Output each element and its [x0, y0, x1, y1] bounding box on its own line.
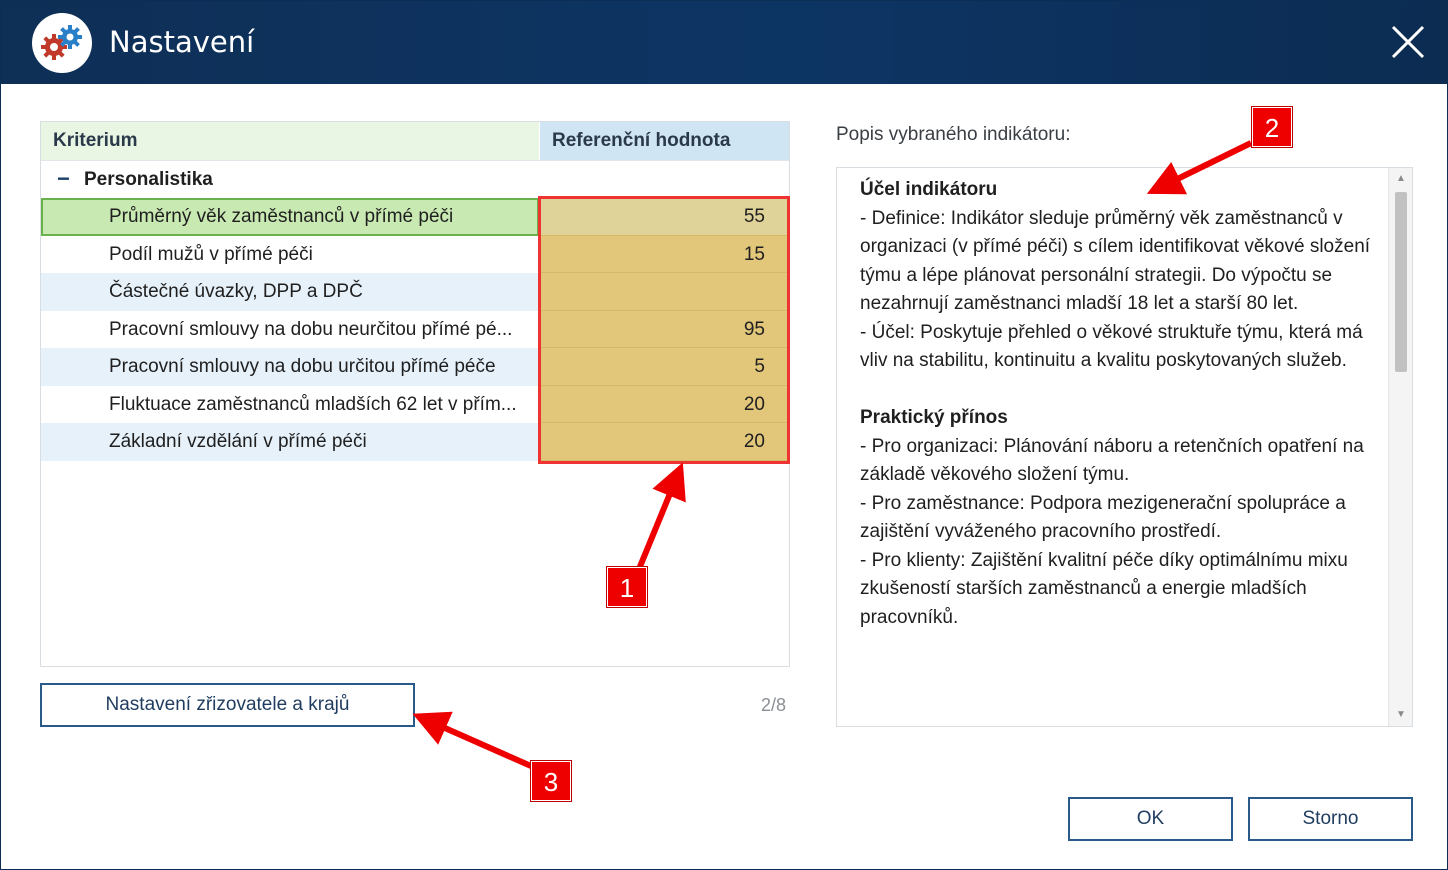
description-text: Účel indikátoru - Definice: Indikátor sl…	[860, 176, 1382, 632]
close-icon[interactable]	[1389, 23, 1427, 61]
description-line: - Pro zaměstnance: Podpora mezigenerační…	[860, 492, 1346, 543]
row-name: Základní vzdělání v přímé péči	[41, 423, 539, 461]
founder-regions-settings-button[interactable]: Nastavení zřizovatele a krajů	[40, 683, 415, 727]
page-indicator: 2/8	[761, 695, 787, 715]
description-panel[interactable]: Účel indikátoru - Definice: Indikátor sl…	[836, 167, 1413, 727]
minus-icon[interactable]: −	[57, 161, 70, 197]
row-value[interactable]: 95	[540, 310, 789, 348]
table-row[interactable]: Pracovní smlouvy na dobu neurčitou přímé…	[41, 310, 789, 348]
cancel-button[interactable]: Storno	[1248, 797, 1413, 841]
dialog-title: Nastavení	[109, 25, 255, 59]
gears-icon	[32, 13, 92, 73]
row-name: Průměrný věk zaměstnanců v přímé péči	[41, 198, 539, 236]
row-value[interactable]	[540, 273, 789, 311]
table-row[interactable]: Průměrný věk zaměstnanců v přímé péči 55	[41, 198, 789, 236]
description-line: - Pro organizaci: Plánování náboru a ret…	[860, 435, 1364, 486]
section-title: Účel indikátoru	[860, 179, 998, 200]
row-name: Pracovní smlouvy na dobu neurčitou přímé…	[109, 318, 513, 340]
description-line: - Pro klienty: Zajištění kvalitní péče d…	[860, 549, 1348, 628]
description-line: - Definice: Indikátor sleduje průměrný v…	[860, 207, 1371, 315]
section-title: Praktický přínos	[860, 407, 1008, 428]
description-line: - Účel: Poskytuje přehled o věkové struk…	[860, 321, 1363, 372]
group-row-personalistika[interactable]: − Personalistika	[41, 160, 789, 198]
row-value[interactable]: 55	[540, 198, 789, 236]
table-row[interactable]: Základní vzdělání v přímé péči 20	[41, 423, 789, 461]
scroll-down-icon[interactable]: ▼	[1389, 706, 1412, 724]
callout-badge: 1	[607, 567, 647, 607]
row-value[interactable]: 15	[540, 235, 789, 273]
description-label: Popis vybraného indikátoru:	[836, 124, 1071, 145]
group-label: Personalistika	[84, 169, 213, 190]
ok-button[interactable]: OK	[1068, 797, 1233, 841]
row-name: Částečné úvazky, DPP a DPČ	[41, 273, 539, 311]
callout-badge: 2	[1252, 107, 1292, 147]
table-row[interactable]: Částečné úvazky, DPP a DPČ	[41, 273, 789, 311]
column-header-criterium[interactable]: Kriterium	[41, 122, 539, 160]
table-row[interactable]: Fluktuace zaměstnanců mladších 62 let v …	[41, 385, 789, 423]
scroll-thumb[interactable]	[1395, 192, 1407, 372]
table-row[interactable]: Pracovní smlouvy na dobu určitou přímé p…	[41, 348, 789, 386]
callout-badge: 3	[531, 761, 571, 801]
row-value[interactable]: 20	[540, 385, 789, 423]
table-row[interactable]: Podíl mužů v přímé péči 15	[41, 235, 789, 273]
settings-dialog: Nastavení Kriterium Referenční hodnota −…	[0, 0, 1448, 870]
row-value[interactable]: 5	[540, 348, 789, 386]
row-value[interactable]: 20	[540, 423, 789, 461]
row-name: Pracovní smlouvy na dobu určitou přímé p…	[41, 348, 539, 386]
row-name: Podíl mužů v přímé péči	[109, 243, 313, 265]
column-header-reference[interactable]: Referenční hodnota	[540, 122, 789, 160]
vertical-scrollbar[interactable]: ▲ ▼	[1388, 168, 1412, 726]
criteria-table: Kriterium Referenční hodnota − Personali…	[40, 121, 790, 667]
title-bar: Nastavení	[1, 1, 1448, 84]
scroll-up-icon[interactable]: ▲	[1389, 170, 1412, 188]
row-name: Fluktuace zaměstnanců mladších 62 let v …	[109, 393, 517, 415]
